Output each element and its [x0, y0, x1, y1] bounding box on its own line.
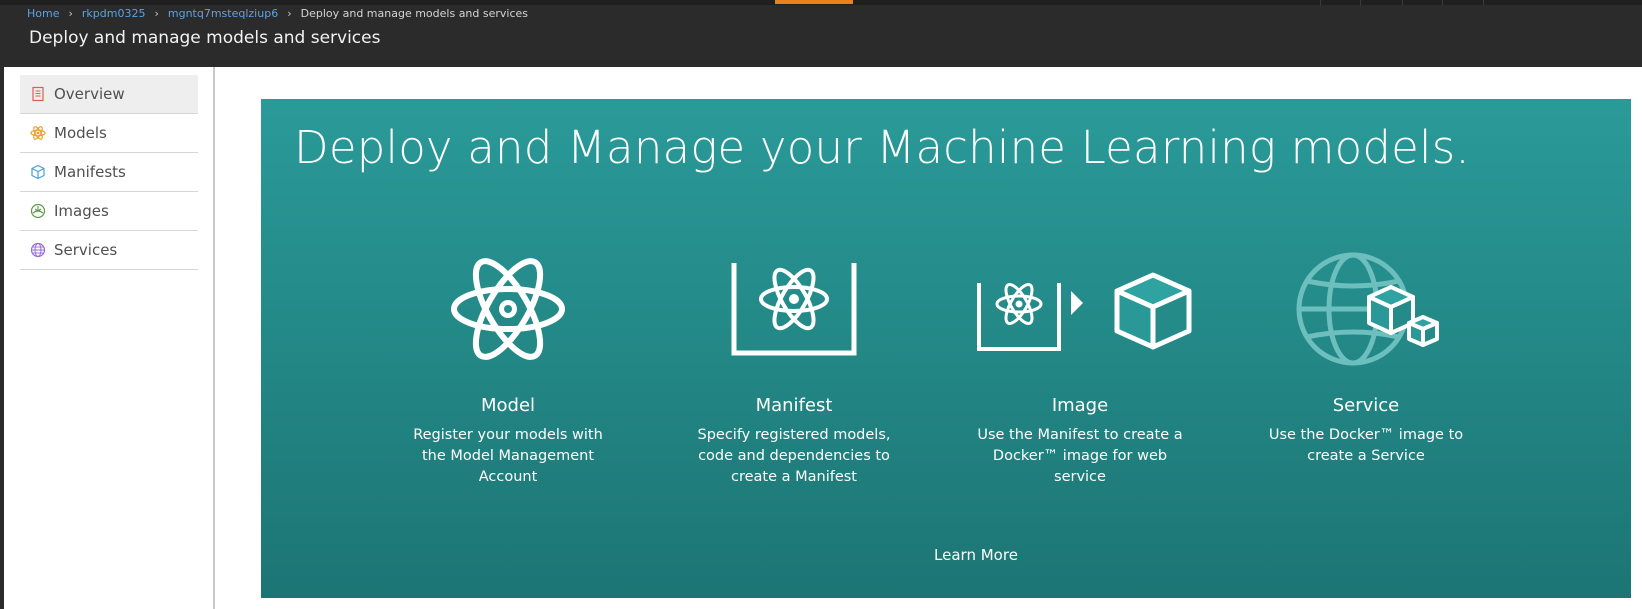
- services-icon: [30, 242, 46, 258]
- toolbar-divider: [1320, 0, 1321, 5]
- sidebar: Overview Models Manifests Images Service…: [4, 67, 215, 609]
- card-description: Use the Docker™ image to create a Servic…: [1268, 427, 1464, 464]
- toolbar-divider: [1442, 0, 1443, 5]
- scrollbar[interactable]: [1636, 67, 1642, 609]
- card-description: Use the Manifest to create a Docker™ ima…: [977, 427, 1183, 485]
- images-icon: [30, 203, 46, 219]
- card-title: Model: [480, 395, 536, 416]
- sidebar-item-label: Manifests: [54, 163, 126, 181]
- page-title: Deploy and manage models and services: [29, 28, 381, 48]
- top-bar: Home › rkpdm0325 › mgntq7msteqlziup6 › Deploy …: [0, 0, 1642, 67]
- breadcrumb-resource[interactable]: mgntq7msteqlziup6: [168, 7, 278, 20]
- sidebar-item-label: Overview: [54, 85, 125, 103]
- chevron-right-icon: ›: [68, 7, 73, 20]
- card-description: Specify registered models, code and depe…: [697, 427, 891, 485]
- overview-panel: Deploy and Manage your Machine Learning …: [261, 99, 1631, 598]
- manifest-icon: [731, 263, 857, 356]
- hero-title: Deploy and Manage your Machine Learning …: [294, 121, 1470, 174]
- image-icon: [977, 272, 1192, 351]
- card-title: Image: [1051, 395, 1109, 416]
- sidebar-item-label: Services: [54, 241, 118, 259]
- service-icon: [1296, 252, 1439, 366]
- chevron-right-icon: ›: [154, 7, 159, 20]
- chevron-right-icon: ›: [287, 7, 292, 20]
- sidebar-item-services[interactable]: Services: [20, 231, 198, 270]
- overview-icon: [32, 86, 44, 102]
- sidebar-item-label: Images: [54, 202, 109, 220]
- learn-more-link[interactable]: Learn More: [901, 546, 1051, 564]
- sidebar-item-manifests[interactable]: Manifests: [20, 153, 198, 192]
- manifests-icon: [31, 164, 45, 180]
- sidebar-item-overview[interactable]: Overview: [20, 75, 198, 114]
- breadcrumb-home[interactable]: Home: [27, 7, 59, 20]
- toolbar-divider: [1360, 0, 1361, 5]
- sidebar-list: Overview Models Manifests Images Service…: [20, 75, 198, 270]
- breadcrumb-current: Deploy and manage models and services: [300, 7, 529, 20]
- sidebar-item-label: Models: [54, 124, 107, 142]
- breadcrumb: Home › rkpdm0325 › mgntq7msteqlziup6 › Deploy …: [27, 6, 528, 22]
- toolbar-divider: [1402, 0, 1403, 5]
- breadcrumb-account[interactable]: rkpdm0325: [82, 7, 146, 20]
- sidebar-item-models[interactable]: Models: [20, 114, 198, 153]
- sidebar-item-images[interactable]: Images: [20, 192, 198, 231]
- active-tab-indicator: [775, 0, 853, 4]
- card-description: Register your models with the Model Mana…: [413, 427, 603, 485]
- card-title: Service: [1332, 395, 1400, 416]
- toolbar-divider: [1483, 0, 1484, 5]
- models-icon: [30, 126, 46, 140]
- atom-icon: [451, 258, 565, 360]
- card-title: Manifest: [755, 395, 833, 416]
